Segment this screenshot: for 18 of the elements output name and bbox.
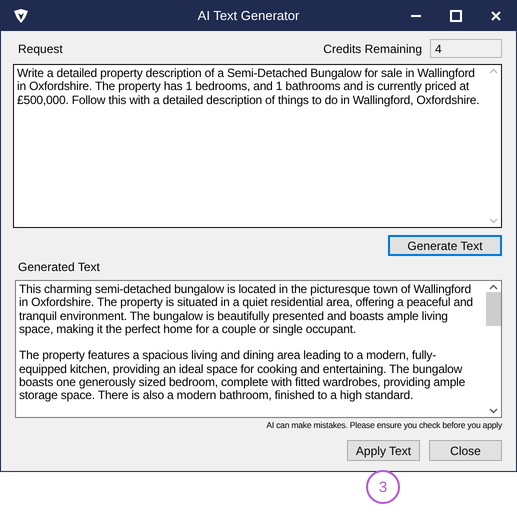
scroll-up-icon[interactable]	[488, 284, 498, 290]
credits-field[interactable]: 4	[430, 39, 502, 58]
maximize-icon[interactable]	[450, 10, 462, 22]
app-logo-icon	[13, 8, 29, 22]
generate-text-button[interactable]: Generate Text	[388, 235, 502, 256]
step-number-badge: 3	[366, 470, 400, 504]
minimize-icon[interactable]	[411, 14, 421, 16]
window-title: AI Text Generator	[196, 8, 300, 23]
close-button[interactable]: Close	[429, 440, 502, 461]
credits-label: Credits Remaining	[323, 42, 422, 56]
scroll-down-icon[interactable]	[488, 408, 498, 414]
generated-text-area[interactable]: This charming semi-detached bungalow is located in the picturesque town of Wallingford in Oxfordshire. The property is situated in a quiet residential area, offering a peaceful and tranquil environment. The bungalow is beautifully presented and boasts ample living space, making it the perfect home for a couple or single occupant. The property features a spacious living and dining area leading to a modern, fully-equipped kitchen, providing an ideal space for cooking and entertaining. The bungalow boasts one generously sized bedroom, complete with fitted wardrobes, providing ample storage space. There is also a modern bathroom, finished to a high standard.	[15, 280, 502, 418]
request-label: Request	[17, 42, 63, 56]
apply-text-button[interactable]: Apply Text	[347, 440, 420, 461]
scrollbar-thumb[interactable]	[486, 292, 500, 326]
disclaimer-text: AI can make mistakes. Please ensure you check before you apply	[266, 420, 502, 430]
generated-text-label: Generated Text	[17, 260, 100, 274]
close-icon[interactable]	[491, 10, 501, 20]
